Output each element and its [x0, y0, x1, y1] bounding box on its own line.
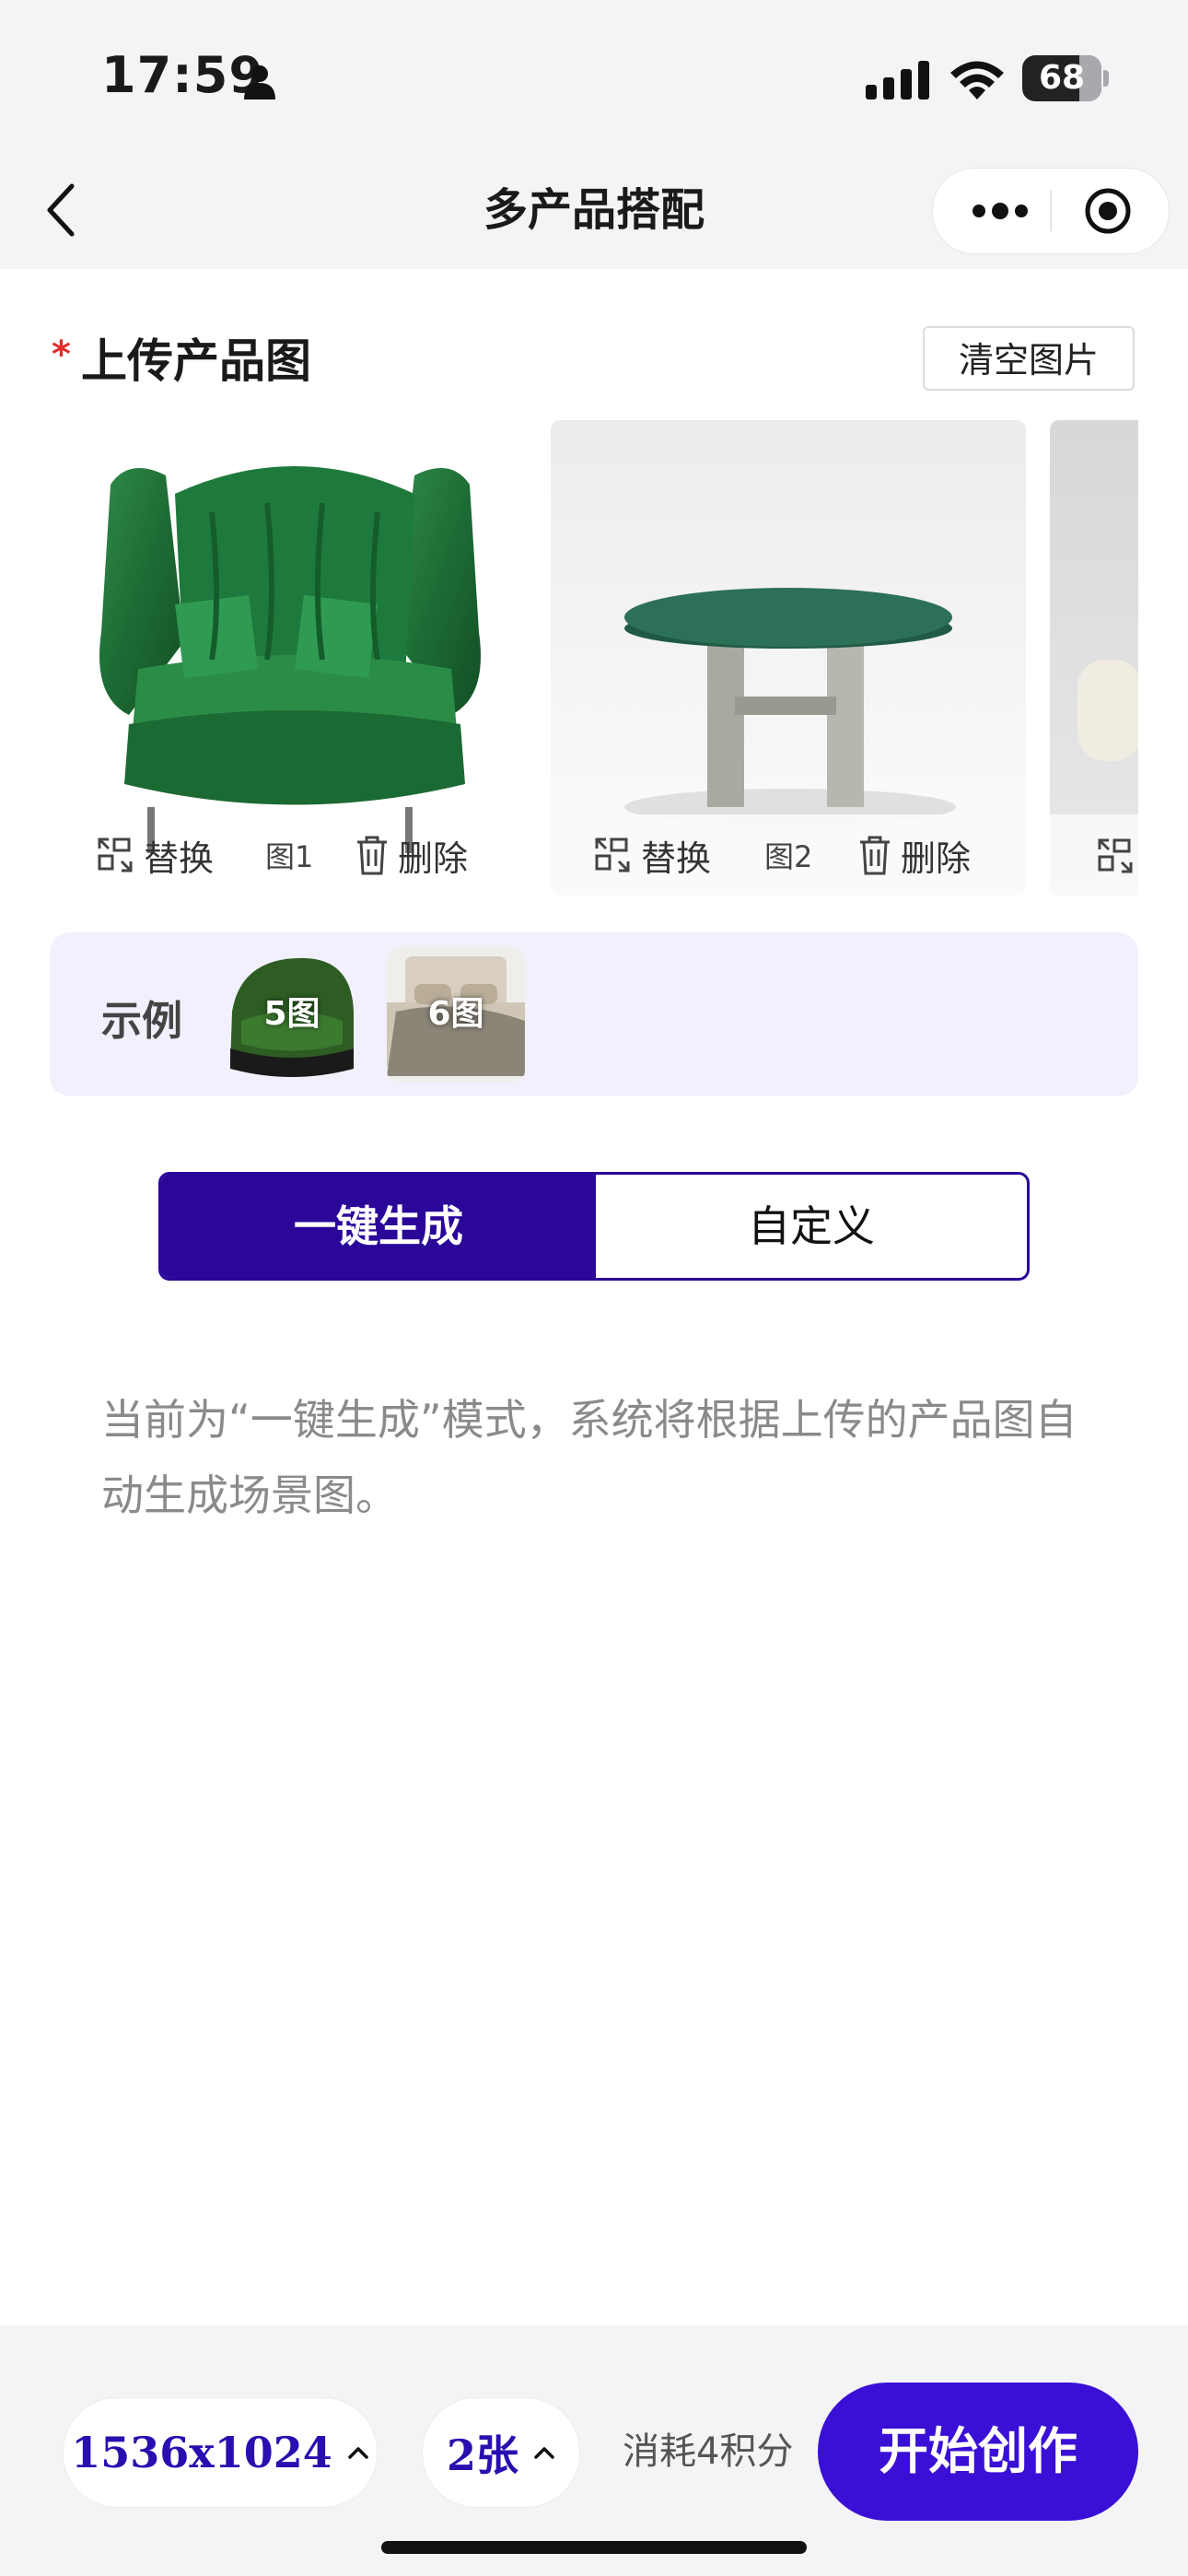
count-value: 2张	[446, 2430, 518, 2480]
clear-images-button[interactable]: 清空图片	[923, 326, 1135, 391]
top-bar: 17:59 68 多产品搭配	[0, 0, 1188, 269]
more-dots-icon[interactable]	[972, 202, 1029, 220]
size-value: 1536x1024	[71, 2428, 332, 2477]
examples-panel: 示例 5图 6图	[50, 932, 1138, 1096]
tab-one-click-generate[interactable]: 一键生成	[161, 1175, 596, 1278]
battery-level: 68	[1038, 59, 1086, 97]
tab-custom[interactable]: 自定义	[596, 1175, 1027, 1278]
delete-label: 删除	[901, 837, 972, 879]
trash-icon	[860, 836, 890, 875]
start-create-button[interactable]: 开始创作	[818, 2383, 1138, 2521]
upload-section-title: 上传产品图	[81, 334, 311, 388]
example-thumbnail-2[interactable]: 6图	[387, 947, 525, 1082]
miniprogram-capsule	[932, 168, 1170, 254]
card-actions: 替换 图2 删除	[551, 814, 1026, 896]
replace-icon[interactable]	[1096, 837, 1135, 875]
delete-label: 删除	[398, 837, 469, 879]
chevron-up-icon	[347, 2447, 368, 2459]
image-number: 图2	[764, 839, 813, 874]
trash-icon	[357, 836, 387, 875]
required-mark: *	[52, 334, 71, 376]
home-indicator	[381, 2541, 807, 2554]
bottom-action-bar: 1536x1024 2张 消耗4积分 开始创作	[0, 2325, 1188, 2576]
status-time: 17:59	[101, 46, 264, 104]
product-card-1: 替换 图1 删除	[74, 420, 549, 896]
replace-icon	[98, 837, 133, 872]
battery-indicator: 68	[1022, 55, 1109, 101]
replace-label: 替换	[641, 837, 712, 879]
cellular-signal-icon	[866, 61, 929, 100]
replace-button[interactable]: 替换	[593, 833, 711, 879]
chevron-up-icon	[534, 2447, 554, 2459]
replace-label: 替换	[144, 837, 215, 879]
person-icon	[244, 65, 275, 100]
replace-button[interactable]: 替换	[96, 833, 214, 879]
mode-description: 当前为“一键生成”模式，系统将根据上传的产品图自动生成场景图。	[101, 1395, 1077, 1520]
delete-button[interactable]: 删除	[355, 833, 468, 879]
delete-button[interactable]: 删除	[858, 833, 971, 879]
example-caption: 5图	[263, 995, 320, 1033]
card-actions: 替换 图1 删除	[74, 814, 549, 896]
examples-label: 示例	[101, 998, 182, 1045]
cost-text: 消耗4积分	[623, 2430, 794, 2473]
product-card-2: 替换 图2 删除	[551, 420, 1026, 896]
replace-icon	[595, 837, 630, 872]
close-target-icon[interactable]	[1084, 187, 1132, 235]
mode-segmented-control: 一键生成 自定义	[158, 1172, 1030, 1281]
wifi-icon	[950, 61, 1004, 100]
count-selector[interactable]: 2张	[422, 2397, 580, 2508]
product-card-3	[1050, 420, 1138, 896]
size-selector[interactable]: 1536x1024	[63, 2397, 378, 2508]
example-thumbnail-1[interactable]: 5图	[223, 947, 361, 1082]
image-number: 图1	[265, 839, 314, 874]
battery-icon: 68	[1022, 55, 1101, 101]
example-caption: 6图	[427, 995, 484, 1033]
